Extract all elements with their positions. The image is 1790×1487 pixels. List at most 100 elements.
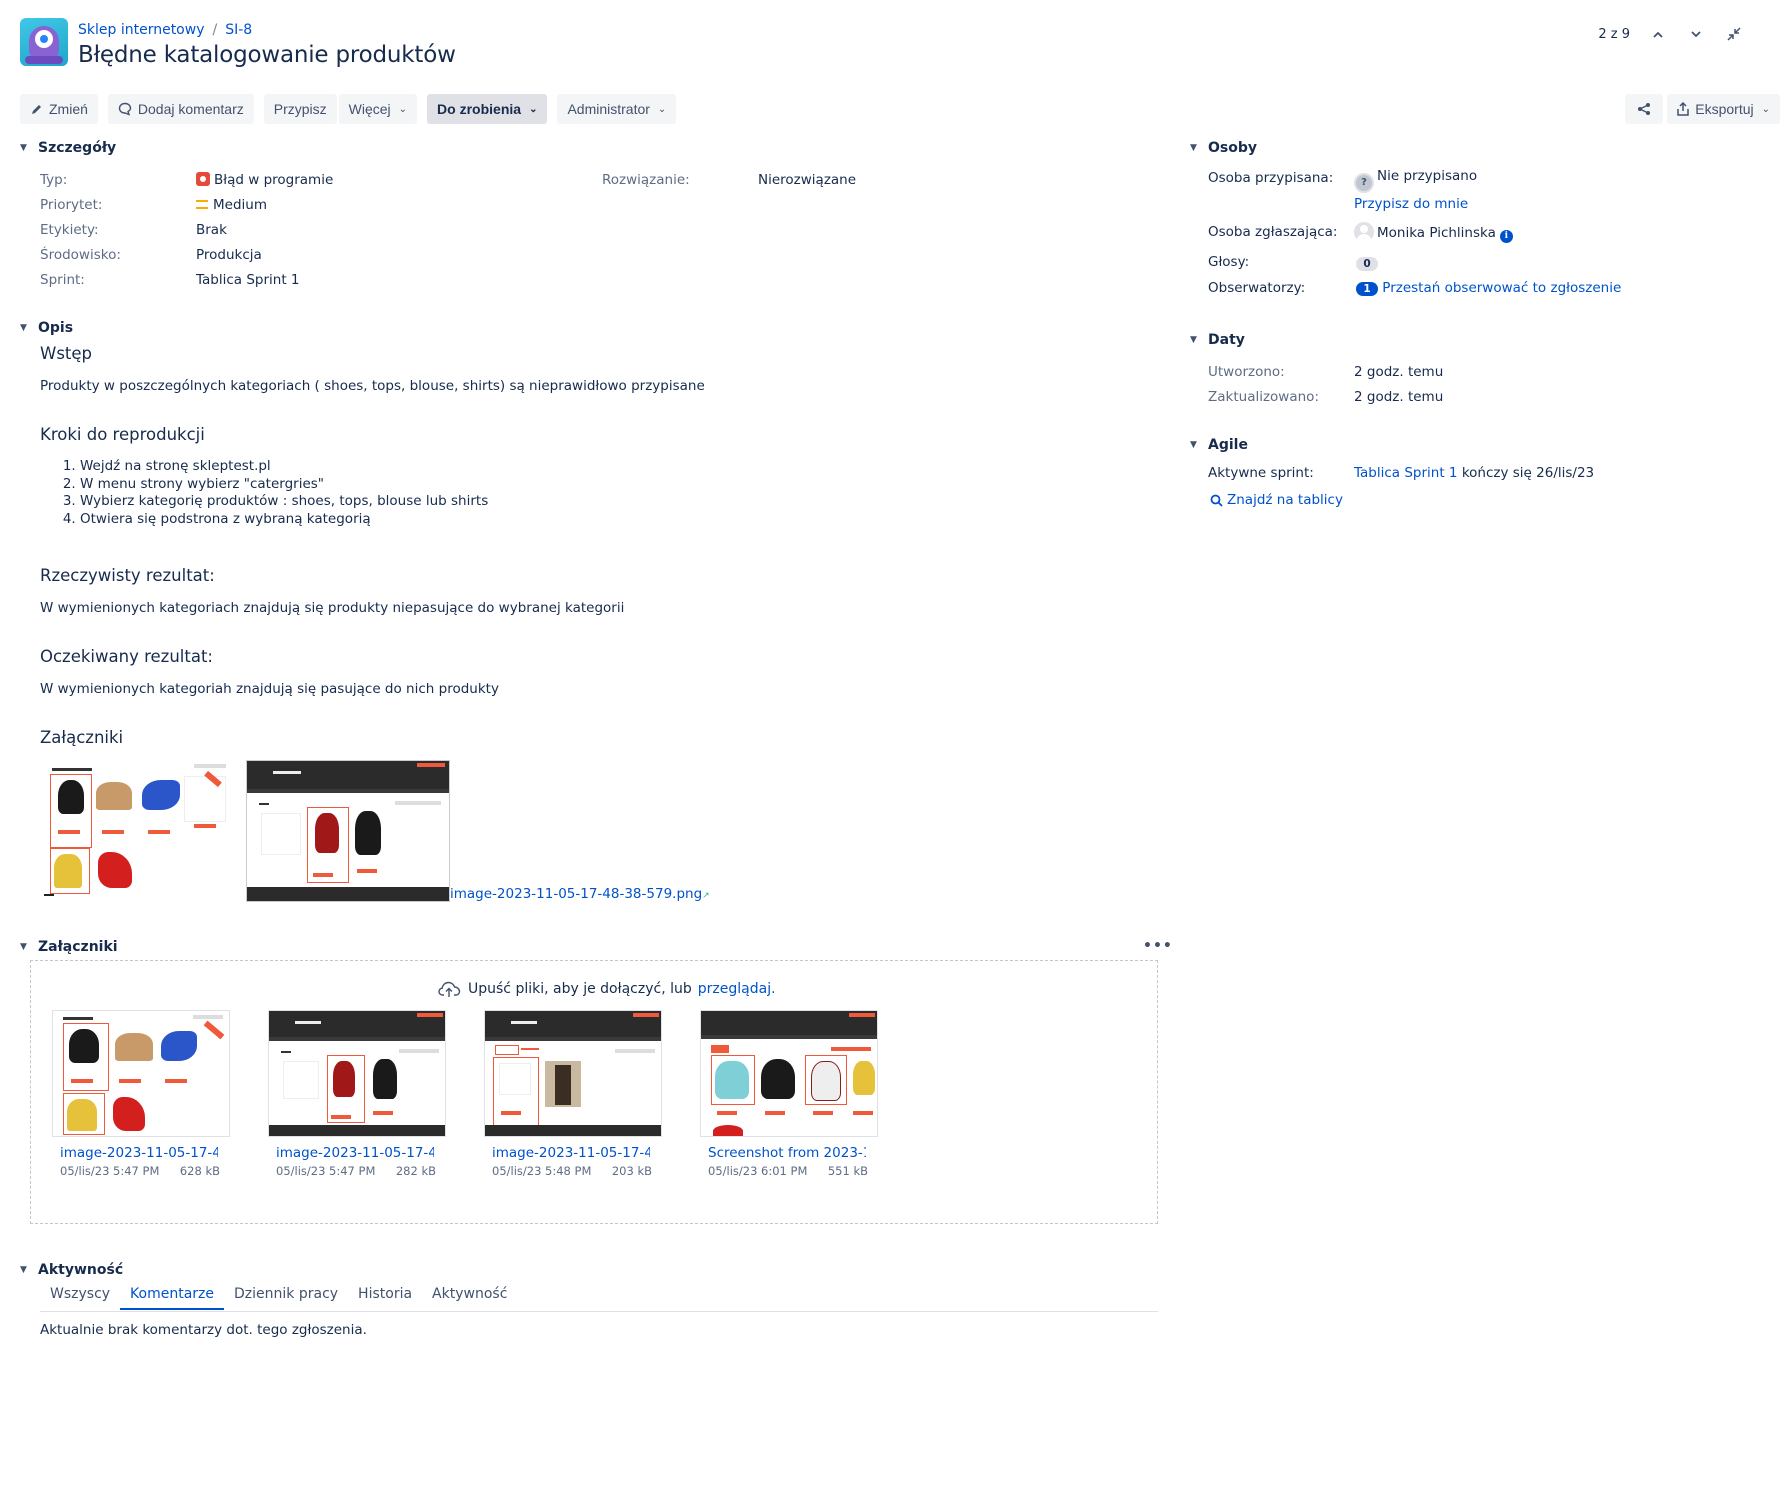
actual-result-title: Rzeczywisty rezultat: — [40, 566, 215, 585]
intro-text: Produkty w poszczególnych kategoriach ( … — [40, 378, 705, 394]
workflow-button-group: Przypisz Więcej ⌄ — [263, 94, 418, 124]
actual-result-text: W wymienionych kategoriach znajdują się … — [40, 600, 625, 616]
votes-label: Głosy: — [1208, 254, 1250, 270]
previous-issue-button[interactable] — [1648, 24, 1668, 44]
type-value: Błąd w programie — [214, 172, 334, 188]
reporter-label: Osoba zgłaszająca: — [1208, 224, 1338, 240]
user-avatar-icon — [1354, 222, 1374, 242]
tab-comments[interactable]: Komentarze — [120, 1286, 225, 1310]
inline-image-shoes[interactable] — [44, 760, 234, 898]
attachment-filename[interactable]: image-2023-11-05-17-48-38 — [492, 1145, 650, 1161]
tab-history[interactable]: Historia — [348, 1286, 422, 1310]
priority-label: Priorytet: — [40, 197, 103, 213]
dates-heading: Daty — [1208, 332, 1245, 348]
unwatch-link[interactable]: Przestań obserwować to zgłoszenie — [1382, 280, 1621, 296]
description-section-header[interactable]: ▼ Opis — [20, 320, 73, 336]
inline-attachment-filename: image-2023-11-05-17-48-38-579.png — [450, 886, 703, 902]
find-on-board-link[interactable]: Znajdź na tablicy — [1210, 492, 1343, 508]
inline-image-tops[interactable] — [246, 760, 450, 902]
attachment-size: 282 kB — [395, 1164, 436, 1178]
resolution-row: Rozwiązanie: — [602, 168, 690, 193]
attachment-date: 05/lis/23 5:47 PM — [276, 1164, 376, 1178]
attachment-thumbnail[interactable] — [484, 1010, 662, 1137]
details-labels: Typ: Priorytet: Etykiety: Środowisko: Sp… — [40, 168, 121, 293]
tab-worklog[interactable]: Dziennik pracy — [224, 1286, 348, 1310]
activity-section-header[interactable]: ▼ Aktywność — [20, 1262, 123, 1278]
export-dropdown[interactable]: Eksportuj ⌄ — [1667, 94, 1780, 124]
attachment-filename[interactable]: image-2023-11-05-17-47-56 — [276, 1145, 434, 1161]
attachment-date: 05/lis/23 5:47 PM — [60, 1164, 160, 1178]
activity-heading: Aktywność — [38, 1262, 124, 1278]
attachment-card[interactable]: image-2023-11-05-17-47-39 05/lis/23 5:47… — [52, 1010, 230, 1178]
assign-to-me-link[interactable]: Przypisz do mnie — [1354, 196, 1468, 212]
attachment-filename[interactable]: image-2023-11-05-17-47-39 — [60, 1145, 218, 1161]
attachment-card[interactable]: Screenshot from 2023-11-05 05/lis/23 6:0… — [700, 1010, 878, 1178]
labels-label: Etykiety: — [40, 222, 99, 238]
chevron-up-icon — [1653, 31, 1663, 38]
collapse-icon — [1727, 27, 1741, 41]
collapse-view-button[interactable] — [1724, 24, 1744, 44]
intro-title: Wstęp — [40, 344, 93, 363]
attachment-thumbnail[interactable] — [52, 1010, 230, 1137]
breadcrumb-project-link[interactable]: Sklep internetowy — [78, 22, 205, 38]
chevron-down-icon — [1691, 30, 1701, 37]
admin-label: Administrator — [567, 101, 650, 117]
caret-down-icon: ⌄ — [657, 103, 667, 115]
caret-down-icon: ⌄ — [529, 103, 538, 115]
inline-attachment-link[interactable]: image-2023-11-05-17-48-38-579.png↗ — [450, 886, 710, 902]
project-avatar[interactable] — [20, 18, 68, 66]
issue-toolbar: Zmień Dodaj komentarz Przypisz Więcej ⌄ D… — [20, 94, 677, 124]
attachment-filename[interactable]: Screenshot from 2023-11-05 — [708, 1145, 866, 1161]
share-button[interactable] — [1625, 94, 1664, 124]
step-item: W menu strony wybierz "catergries" — [80, 476, 488, 494]
next-issue-button[interactable] — [1686, 24, 1706, 44]
description-heading: Opis — [38, 320, 74, 336]
external-link-icon: ↗ — [702, 891, 710, 901]
agile-section-header[interactable]: ▼ Agile — [1190, 437, 1248, 453]
assign-button[interactable]: Przypisz — [263, 94, 337, 124]
attachment-card[interactable]: image-2023-11-05-17-47-56 05/lis/23 5:47… — [268, 1010, 446, 1178]
cloud-upload-icon — [438, 981, 461, 997]
attachment-card[interactable]: image-2023-11-05-17-48-38 05/lis/23 5:48… — [484, 1010, 662, 1178]
attachment-date: 05/lis/23 6:01 PM — [708, 1164, 808, 1178]
attachment-thumbnail[interactable] — [268, 1010, 446, 1137]
caret-down-icon: ⌄ — [398, 103, 408, 115]
status-dropdown[interactable]: Do zrobienia ⌄ — [427, 94, 548, 124]
watchers-count-badge[interactable]: 1 — [1356, 282, 1378, 296]
no-comments-message: Aktualnie brak komentarzy dot. tego zgło… — [40, 1322, 367, 1338]
assignee-value: Nie przypisano — [1377, 168, 1478, 184]
active-sprint-link[interactable]: Tablica Sprint 1 — [1354, 465, 1458, 481]
browse-files-link[interactable]: przeglądaj. — [698, 981, 776, 997]
priority-value: Medium — [213, 197, 267, 213]
steps-title: Kroki do reprodukcji — [40, 425, 205, 444]
tab-activity[interactable]: Aktywność — [422, 1286, 517, 1310]
details-heading: Szczegóły — [38, 140, 117, 156]
active-sprint-label: Aktywne sprint: — [1208, 465, 1314, 481]
dates-section-header[interactable]: ▼ Daty — [1190, 332, 1245, 348]
reporter-value[interactable]: Monika Pichlinska — [1377, 225, 1496, 241]
caret-down-icon: ⌄ — [1761, 103, 1770, 115]
tabs-divider — [40, 1311, 1158, 1312]
sprint-value: Tablica Sprint 1 — [196, 272, 300, 288]
add-comment-button[interactable]: Dodaj komentarz — [107, 94, 254, 124]
tab-all[interactable]: Wszyscy — [40, 1286, 120, 1310]
attachments-section-header[interactable]: ▼ Załączniki — [20, 939, 118, 955]
attachments-more-icon[interactable]: ••• — [1143, 938, 1173, 954]
find-on-board-label: Znajdź na tablicy — [1227, 492, 1343, 508]
assign-label: Przypisz — [273, 101, 327, 117]
more-label: Więcej — [348, 101, 391, 117]
breadcrumb-issue-key[interactable]: SI-8 — [225, 22, 252, 38]
toolbar-right: Eksportuj ⌄ — [1625, 94, 1780, 124]
votes-count-badge[interactable]: 0 — [1356, 257, 1378, 271]
details-section-header[interactable]: ▼ Szczegóły — [20, 140, 116, 156]
edit-button[interactable]: Zmień — [20, 94, 98, 124]
type-label: Typ: — [40, 172, 68, 188]
chevron-down-icon: ▼ — [20, 942, 27, 952]
more-menu-button[interactable]: Więcej ⌄ — [338, 94, 418, 124]
people-section-header[interactable]: ▼ Osoby — [1190, 140, 1257, 156]
info-icon[interactable]: i — [1499, 229, 1513, 243]
attachment-thumbnail[interactable] — [700, 1010, 878, 1137]
chevron-down-icon: ▼ — [1190, 335, 1197, 345]
share-icon — [1638, 103, 1651, 115]
admin-dropdown[interactable]: Administrator ⌄ — [557, 94, 677, 124]
